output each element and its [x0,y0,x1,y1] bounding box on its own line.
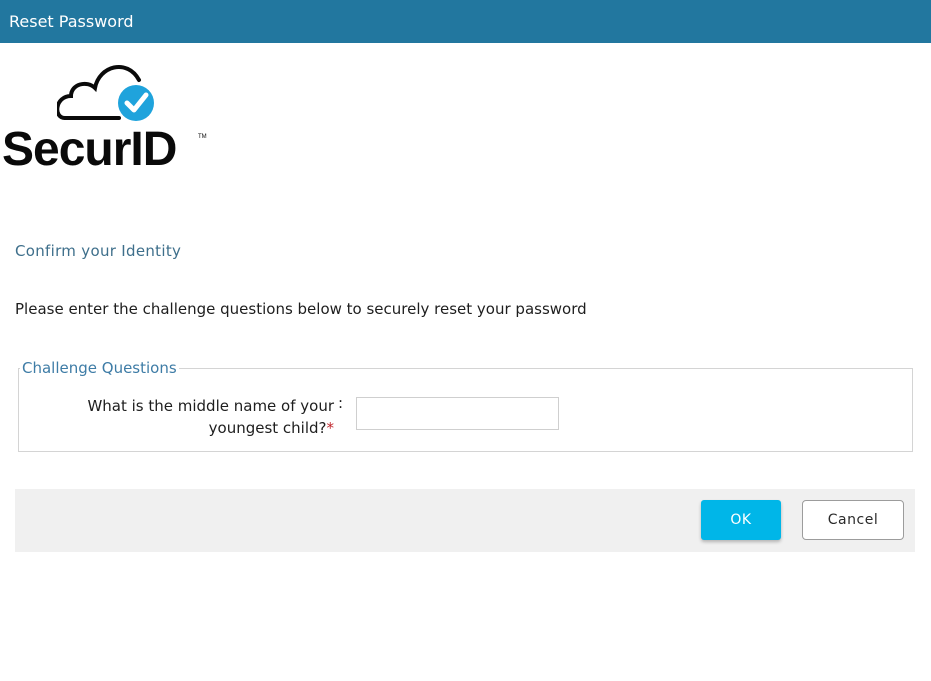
question-separator: : [338,394,344,412]
window-titlebar: Reset Password [0,0,931,43]
answer-input[interactable] [356,397,559,430]
question-label: What is the middle name of your youngest… [40,395,334,439]
logo-wordmark: SecurID [2,123,177,176]
window-title: Reset Password [9,12,134,31]
challenge-questions-legend: Challenge Questions [22,359,177,377]
cloud-checkmark-icon [57,65,154,121]
logo-trademark: TM [198,134,207,140]
question-text: What is the middle name of your youngest… [87,397,334,437]
cancel-button[interactable]: Cancel [802,500,904,540]
securid-logo: SecurID TM [2,58,212,180]
required-marker: * [326,419,335,437]
instructions-text: Please enter the challenge questions bel… [15,300,587,318]
ok-button[interactable]: OK [701,500,781,540]
page-subtitle: Confirm your Identity [15,242,182,260]
